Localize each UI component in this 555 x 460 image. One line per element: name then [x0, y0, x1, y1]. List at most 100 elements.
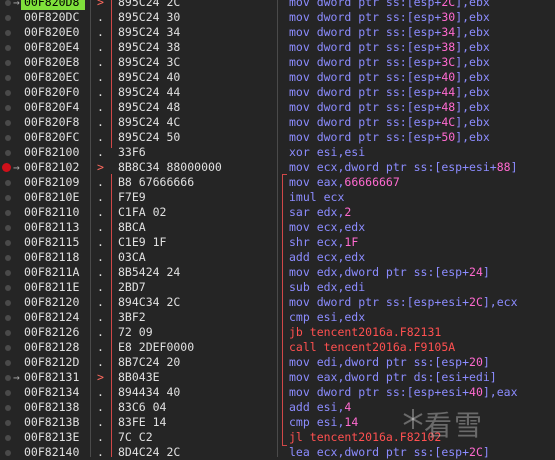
row-bytes[interactable]: 894434 40	[118, 385, 180, 400]
breakpoint-gutter[interactable]	[0, 70, 20, 85]
row-instruction[interactable]: mov dword ptr ss:[esp+4C],ebx	[289, 115, 490, 130]
disasm-row[interactable]: → 00F82102 >8B8C34 88000000 mov ecx,dword p…	[0, 160, 555, 175]
row-address[interactable]: 00F8212D	[21, 355, 85, 370]
disasm-row[interactable]: 00F820F8. 895C24 4C mov dword ptr ss:[esp+…	[0, 115, 555, 130]
row-bytes[interactable]: 895C24 44	[118, 85, 180, 100]
disassembly-listing[interactable]: → 00F820D8 >895C24 2C mov dword ptr ss:[esp…	[0, 0, 555, 460]
disasm-row[interactable]: 00F820E4. 895C24 38 mov dword ptr ss:[esp+…	[0, 40, 555, 55]
breakpoint-gutter[interactable]	[0, 340, 20, 355]
row-instruction[interactable]: mov edx,dword ptr ss:[esp+24]	[289, 265, 490, 280]
row-address[interactable]: 00F82124	[21, 310, 85, 325]
row-address[interactable]: 00F8213E	[21, 430, 85, 445]
breakpoint-gutter[interactable]	[0, 400, 20, 415]
row-instruction[interactable]: mov dword ptr ss:[esp+2C],ebx	[289, 0, 490, 10]
breakpoint-gutter[interactable]	[0, 25, 20, 40]
breakpoint-gutter[interactable]	[0, 55, 20, 70]
row-address[interactable]: 00F82120	[21, 295, 85, 310]
row-instruction[interactable]: sar edx,2	[289, 205, 351, 220]
row-bytes[interactable]: 895C24 34	[118, 25, 180, 40]
row-instruction[interactable]: jb tencent2016a.F82131	[289, 325, 441, 340]
row-bytes[interactable]: 7C C2	[118, 430, 153, 445]
row-instruction[interactable]: mov dword ptr ss:[esp+48],ebx	[289, 100, 490, 115]
disasm-row[interactable]: 00F82109. B8 67666666 mov eax,66666667	[0, 175, 555, 190]
row-instruction[interactable]: mov dword ptr ss:[esp+esi+2C],ecx	[289, 295, 518, 310]
row-bytes[interactable]: 895C24 30	[118, 10, 180, 25]
disasm-row[interactable]: 00F820E8. 895C24 3C mov dword ptr ss:[esp+…	[0, 55, 555, 70]
disasm-row[interactable]: 00F82113. 8BCA mov ecx,edx	[0, 220, 555, 235]
row-bytes[interactable]: 895C24 4C	[118, 115, 180, 130]
row-instruction[interactable]: shr ecx,1F	[289, 235, 358, 250]
row-address[interactable]: 00F820F4	[21, 100, 85, 115]
breakpoint-gutter[interactable]	[0, 10, 20, 25]
row-bytes[interactable]: 895C24 38	[118, 40, 180, 55]
row-address[interactable]: 00F82126	[21, 325, 85, 340]
row-address[interactable]: 00F82109	[21, 175, 85, 190]
breakpoint-gutter[interactable]	[0, 130, 20, 145]
row-bytes[interactable]: 895C24 3C	[118, 55, 180, 70]
row-bytes[interactable]: 8BCA	[118, 220, 146, 235]
row-bytes[interactable]: 3BF2	[118, 310, 146, 325]
disasm-row[interactable]: 00F82100. 33F6 xor esi,esi	[0, 145, 555, 160]
row-address[interactable]: 00F82118	[21, 250, 85, 265]
row-address[interactable]: 00F82100	[21, 145, 85, 160]
row-address[interactable]: 00F820FC	[21, 130, 85, 145]
row-bytes[interactable]: 72 09	[118, 325, 153, 340]
row-bytes[interactable]: 895C24 50	[118, 130, 180, 145]
breakpoint-gutter[interactable]	[0, 40, 20, 55]
row-instruction[interactable]: xor esi,esi	[289, 145, 365, 160]
row-instruction[interactable]: add esi,4	[289, 400, 351, 415]
row-address[interactable]: 00F8211A	[21, 265, 85, 280]
row-instruction[interactable]: mov ecx,dword ptr ss:[esp+esi+88]	[289, 160, 518, 175]
row-bytes[interactable]: 03CA	[118, 250, 146, 265]
breakpoint-gutter[interactable]	[0, 100, 20, 115]
disasm-row[interactable]: 00F82140. 8D4C24 2C lea ecx,dword ptr ss:[…	[0, 445, 555, 460]
disasm-row[interactable]: 00F82126. 72 09 jb tencent2016a.F82131	[0, 325, 555, 340]
breakpoint-gutter[interactable]	[0, 265, 20, 280]
disasm-row[interactable]: 00F820F0. 895C24 44 mov dword ptr ss:[esp+…	[0, 85, 555, 100]
disasm-row[interactable]: 00F82120. 894C34 2C mov dword ptr ss:[esp+…	[0, 295, 555, 310]
breakpoint-gutter[interactable]	[0, 310, 20, 325]
breakpoint-gutter[interactable]	[0, 445, 20, 460]
row-bytes[interactable]: 8B5424 24	[118, 265, 180, 280]
row-instruction[interactable]: cmp esi,14	[289, 415, 358, 430]
breakpoint-gutter[interactable]	[0, 115, 20, 130]
row-address[interactable]: 00F82128	[21, 340, 85, 355]
row-address[interactable]: 00F820F0	[21, 85, 85, 100]
row-address[interactable]: 00F820D8	[21, 0, 85, 10]
disasm-row[interactable]: 00F8212D. 8B7C24 20 mov edi,dword ptr ss:[…	[0, 355, 555, 370]
row-instruction[interactable]: lea ecx,dword ptr ss:[esp+2C]	[289, 445, 490, 460]
breakpoint-gutter[interactable]: →	[0, 160, 20, 175]
breakpoint-gutter[interactable]	[0, 85, 20, 100]
breakpoint-gutter[interactable]: →	[0, 0, 20, 10]
row-instruction[interactable]: add ecx,edx	[289, 250, 365, 265]
row-address[interactable]: 00F82113	[21, 220, 85, 235]
breakpoint-gutter[interactable]	[0, 280, 20, 295]
breakpoint-gutter[interactable]	[0, 415, 20, 430]
row-instruction[interactable]: mov dword ptr ss:[esp+esi+40],eax	[289, 385, 518, 400]
breakpoint-gutter[interactable]	[0, 295, 20, 310]
row-address[interactable]: 00F82115	[21, 235, 85, 250]
row-bytes[interactable]: C1FA 02	[118, 205, 166, 220]
row-instruction[interactable]: mov eax,dword ptr ds:[esi+edi]	[289, 370, 497, 385]
row-address[interactable]: 00F820DC	[21, 10, 85, 25]
disasm-row[interactable]: 00F820DC. 895C24 30 mov dword ptr ss:[esp+…	[0, 10, 555, 25]
breakpoint-gutter[interactable]	[0, 220, 20, 235]
disasm-row[interactable]: 00F8210E. F7E9 imul ecx	[0, 190, 555, 205]
row-address[interactable]: 00F82110	[21, 205, 85, 220]
disasm-row[interactable]: 00F8211A. 8B5424 24 mov edx,dword ptr ss:[…	[0, 265, 555, 280]
row-address[interactable]: 00F82140	[21, 445, 85, 460]
row-instruction[interactable]: mov dword ptr ss:[esp+44],ebx	[289, 85, 490, 100]
row-address[interactable]: 00F820EC	[21, 70, 85, 85]
row-instruction[interactable]: cmp esi,edx	[289, 310, 365, 325]
disasm-row[interactable]: 00F820E0. 895C24 34 mov dword ptr ss:[esp+…	[0, 25, 555, 40]
breakpoint-gutter[interactable]	[0, 325, 20, 340]
disasm-row[interactable]: 00F8211E. 2BD7 sub edx,edi	[0, 280, 555, 295]
row-bytes[interactable]: 33F6	[118, 145, 146, 160]
row-instruction[interactable]: jl tencent2016a.F82102	[289, 430, 441, 445]
row-address[interactable]: 00F82131	[21, 370, 85, 385]
row-bytes[interactable]: 2BD7	[118, 280, 146, 295]
breakpoint-gutter[interactable]	[0, 235, 20, 250]
row-instruction[interactable]: call tencent2016a.F9105A	[289, 340, 455, 355]
breakpoint-gutter[interactable]	[0, 430, 20, 445]
row-address[interactable]: 00F82102	[21, 160, 85, 175]
